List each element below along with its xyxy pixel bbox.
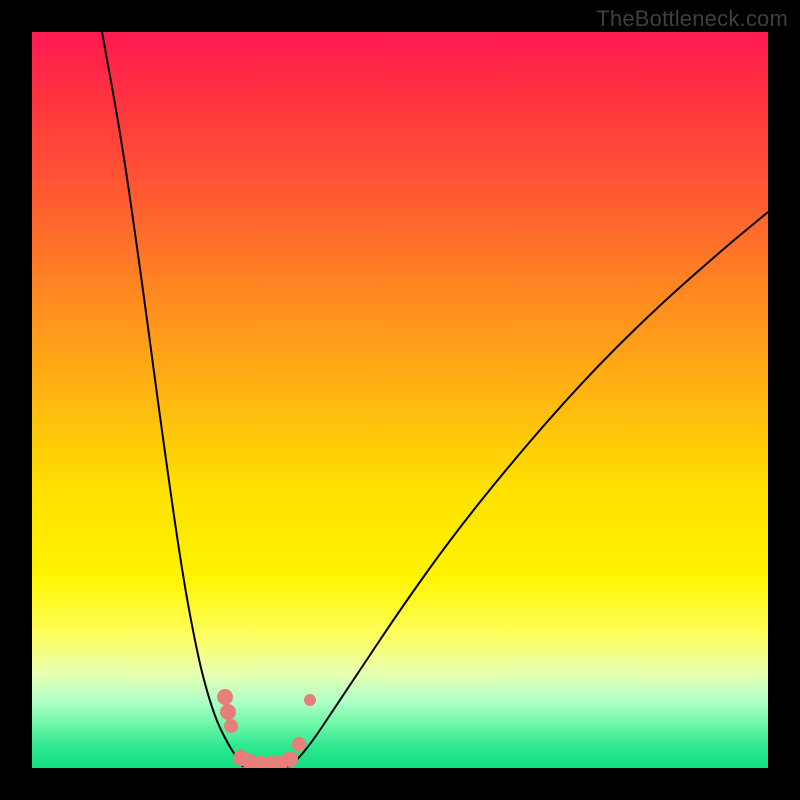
data-marker	[304, 694, 316, 706]
data-marker	[217, 689, 233, 705]
watermark-text: TheBottleneck.com	[596, 6, 788, 32]
data-marker	[282, 751, 298, 767]
chart-svg	[32, 32, 768, 768]
data-marker	[224, 719, 238, 733]
curve-group	[102, 32, 768, 768]
chart-plot-area	[32, 32, 768, 768]
data-marker	[220, 704, 236, 720]
data-marker	[292, 737, 306, 751]
chart-frame: TheBottleneck.com	[0, 0, 800, 800]
right-curve	[290, 212, 768, 766]
left-curve	[102, 32, 242, 766]
